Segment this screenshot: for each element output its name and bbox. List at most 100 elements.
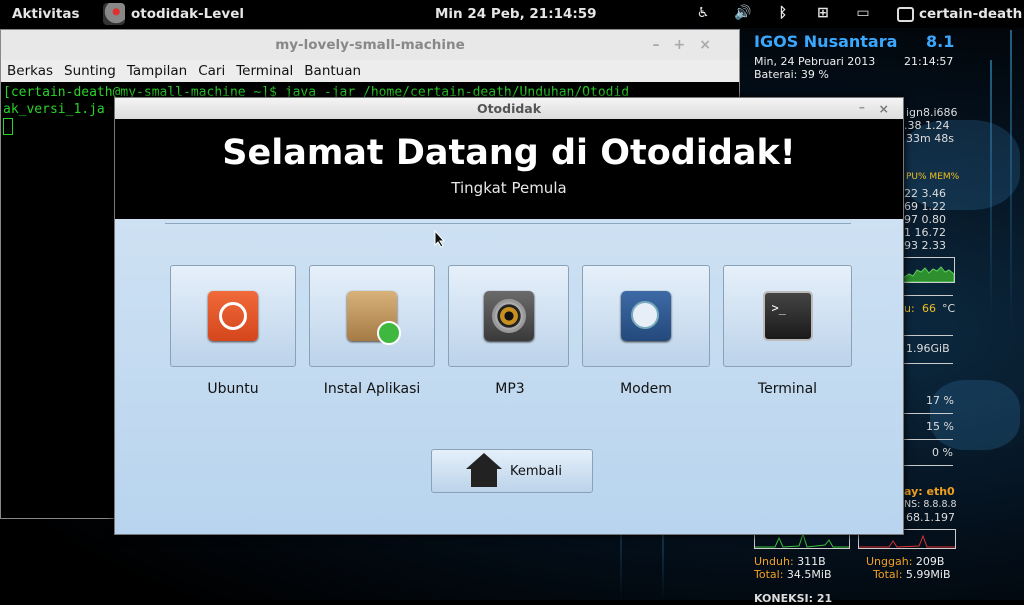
install-app-button[interactable] [309,265,435,367]
ip-text: 68.1.197 [906,511,955,524]
network-icon[interactable]: ⊞ [814,4,832,22]
speaker-icon [483,291,534,341]
distro-version: 8.1 [926,32,955,51]
download-total-label: Total: [754,568,784,581]
menu-berkas[interactable]: Berkas [7,60,53,82]
download-rate: 311B [797,555,826,568]
tile-label-modem: Modem [620,381,672,397]
meter-bar [902,435,953,440]
user-menu[interactable]: certain-death [897,6,1022,22]
process-row: 22 3.46 [904,187,946,200]
conky-time: 21:14:57 [904,55,954,68]
clock[interactable]: Min 24 Peb, 21:14:59 [435,6,597,22]
close-button[interactable]: × [699,37,725,53]
cpu-temp: 66 [922,302,936,315]
upload-rate: 209B [915,555,945,568]
gateway-text: ay: eth0 [904,485,955,498]
cpu-graph [902,257,955,283]
modem-icon [621,291,671,341]
cpu-graph-svg [903,266,954,282]
user-name: certain-death [919,6,1023,22]
menu-sunting[interactable]: Sunting [64,60,116,82]
cpu-temp-unit: °C [942,302,956,315]
conky-date: Min, 24 Pebruari 2013 [754,55,876,68]
back-button[interactable]: Kembali [431,449,593,493]
menu-tampilan[interactable]: Tampilan [127,60,187,82]
welcome-heading: Selamat Datang di Otodidak! [222,133,796,173]
menu-cari[interactable]: Cari [198,60,225,82]
level-subheading: Tingkat Pemula [451,179,567,197]
dns-text: NS: 8.8.8.8 [904,499,957,510]
ubuntu-icon [208,291,258,341]
accessibility-icon[interactable]: ♿ [694,4,712,22]
menu-bantuan[interactable]: Bantuan [304,60,361,82]
process-row: 1 16.72 [904,226,946,239]
app-menu-button[interactable]: otodidak-Level [103,0,244,28]
dialog-title: Otodidak [476,101,542,116]
system-tray: ♿ 🔊 ᛒ ⊞ ▭ [694,4,872,22]
upload-stats: Unggah: 209B Total: 5.99MiB [866,555,951,581]
process-row: 93 2.33 [904,239,946,252]
app-name: otodidak-Level [131,6,244,22]
disk-usage: 17 % [926,394,954,407]
home-icon [466,453,502,489]
upload-total-label: Total: [873,568,903,581]
terminal-menubar: Berkas Sunting Tampilan Cari Terminal Ba… [1,60,739,82]
mouse-pointer [434,230,446,248]
minimize-button[interactable]: – [653,37,674,53]
mp3-button[interactable] [448,265,569,367]
cpu-temp-label: u: [904,302,915,315]
uptime-text: 33m 48s [906,132,954,145]
download-label: Unduh: [754,555,794,568]
process-row: 97 0.80 [904,213,946,226]
disk-usage: 0 % [932,446,953,459]
minimize-button[interactable]: – [859,96,865,117]
terminal-cursor [3,118,13,135]
activities-button[interactable]: Aktivitas [12,6,80,22]
process-row: 69 1.22 [904,200,946,213]
upload-total: 5.99MiB [905,568,951,581]
kernel-text: ign8.i686 [906,106,958,119]
window-controls: –+× [653,30,725,60]
tile-label-ubuntu: Ubuntu [207,381,259,397]
meter-bar [902,331,953,336]
bluetooth-icon[interactable]: ᛒ [774,4,792,22]
tile-label-terminal: Terminal [757,381,818,397]
download-stats: Unduh: 311B Total: 34.5MiB [754,555,832,581]
divider [165,223,851,224]
terminal-icon [762,291,813,341]
app-icon [103,3,125,25]
disk-usage: 15 % [926,420,954,433]
volume-icon[interactable]: 🔊 [734,4,752,22]
terminal-button[interactable] [723,265,852,367]
top-bar: Aktivitas otodidak-Level Min 24 Peb, 21:… [0,0,1024,28]
dialog-header: Selamat Datang di Otodidak! Tingkat Pemu… [115,119,903,219]
battery-icon[interactable]: ▭ [854,4,872,22]
mem-text: 1.96GiB [906,342,950,355]
upload-label: Unggah: [866,555,913,568]
maximize-button[interactable]: + [674,37,700,53]
battery-status: Baterai: 39 % [754,68,829,81]
close-button[interactable]: × [879,98,889,119]
package-install-icon [347,291,401,345]
tile-label-mp3: MP3 [495,381,525,397]
terminal-titlebar[interactable]: my-lovely-small-machine –+× [1,30,739,60]
menu-terminal[interactable]: Terminal [236,60,293,82]
modem-button[interactable] [582,265,710,367]
chat-icon [897,6,914,22]
distro-name: IGOS Nusantara [754,32,898,51]
otodidak-dialog: Otodidak – × Selamat Datang di Otodidak!… [114,97,904,535]
meter-bar [902,359,953,364]
load-text: .38 1.24 [904,119,950,132]
meter-bar [902,409,953,414]
connections-text: KONEKSI: 21 [754,592,833,605]
meter-bar [902,461,953,466]
terminal-title: my-lovely-small-machine [275,37,465,53]
tile-label-install: Instal Aplikasi [323,381,421,397]
ubuntu-button[interactable] [170,265,296,367]
back-button-label: Kembali [510,463,562,479]
download-total: 34.5MiB [786,568,832,581]
meter-bar [902,291,953,296]
cpu-mem-header: PU% MEM% [906,172,960,182]
dialog-titlebar[interactable]: Otodidak – × [115,98,903,119]
